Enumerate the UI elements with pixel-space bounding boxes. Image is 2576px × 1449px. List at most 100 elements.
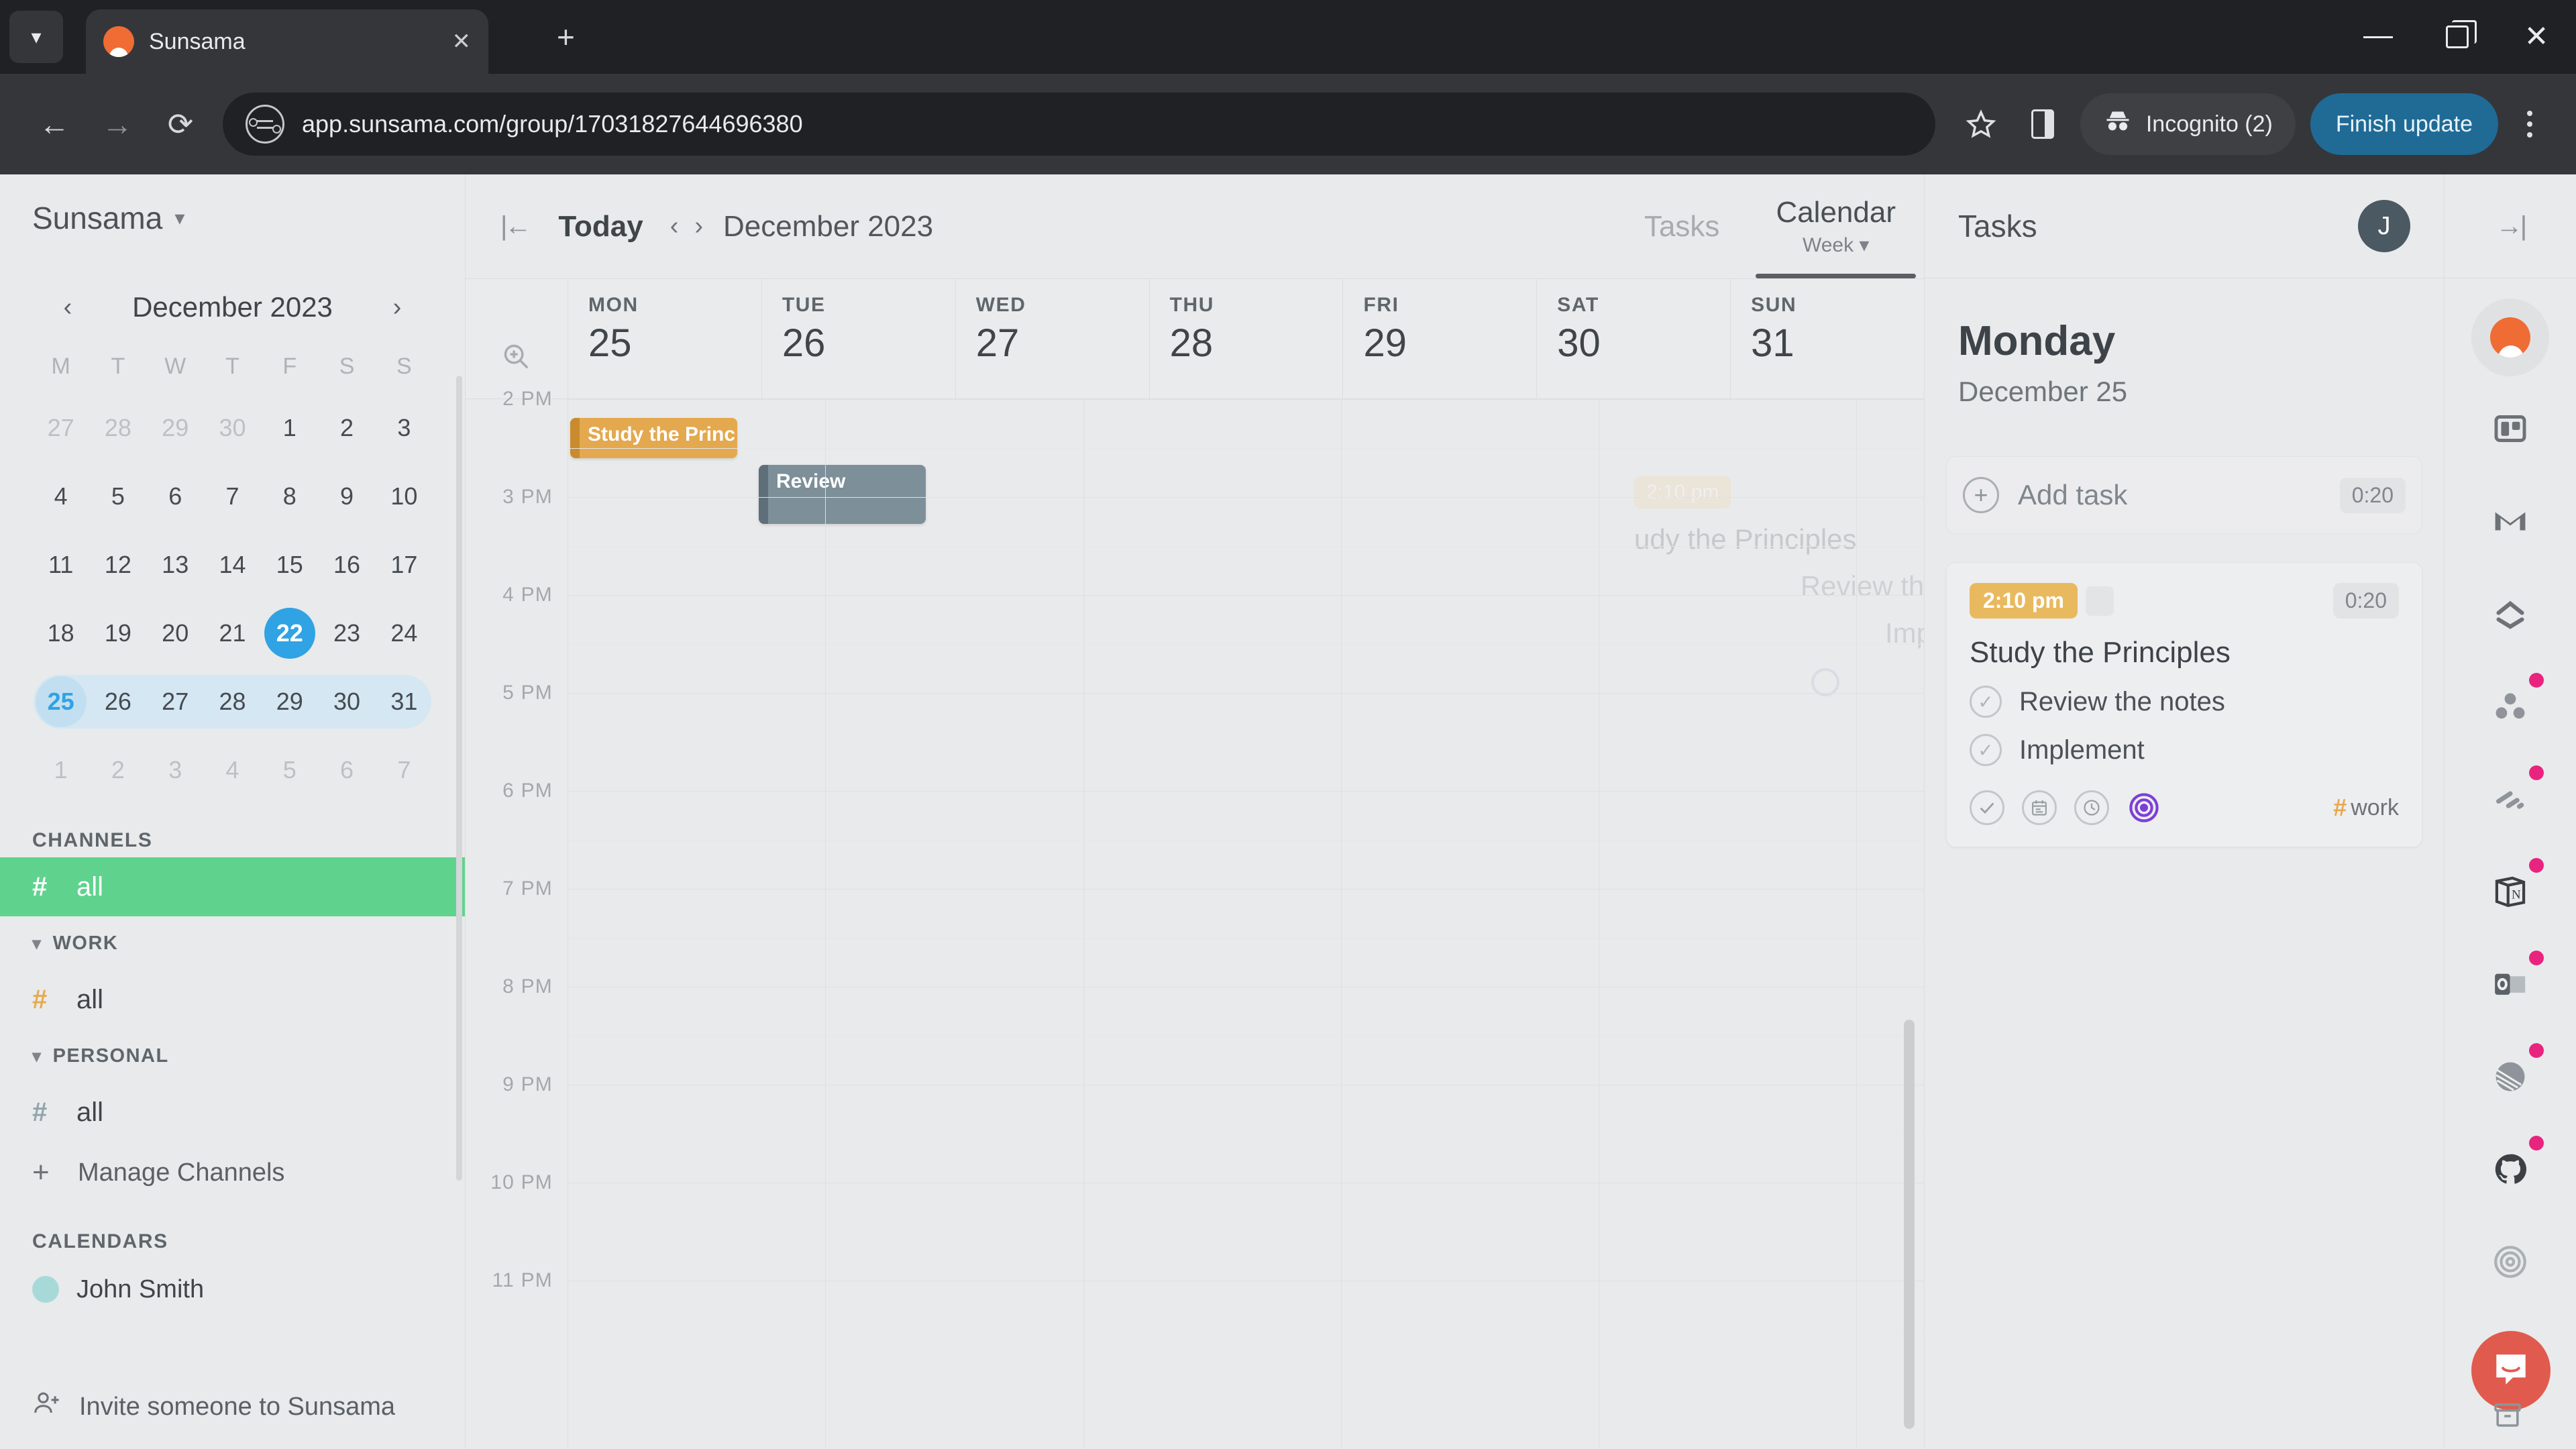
mini-calendar-day[interactable]: 1 (32, 738, 89, 802)
mini-calendar-day[interactable]: 7 (376, 738, 433, 802)
mini-calendar-day[interactable]: 22 (261, 601, 318, 665)
task-card[interactable]: 2:10 pm 0:20 Study the Principles ✓ Revi… (1946, 562, 2422, 847)
collapse-right-icon[interactable]: →| (2445, 174, 2576, 278)
mini-calendar-day[interactable]: 6 (147, 464, 204, 529)
collapse-left-icon[interactable]: |← (500, 211, 531, 241)
workspace-switcher[interactable]: Sunsama ▾ (32, 174, 433, 262)
mini-calendar-day[interactable]: 5 (89, 464, 146, 529)
mini-calendar-day[interactable]: 28 (204, 669, 261, 734)
archive-icon[interactable] (2491, 1399, 2524, 1434)
mini-calendar-day[interactable]: 19 (89, 601, 146, 665)
mini-calendar-day[interactable]: 6 (318, 738, 375, 802)
reload-icon[interactable]: ⟳ (149, 93, 212, 156)
tabstrip-chevron-button[interactable]: ▾ (9, 11, 63, 63)
rail-item-gmail[interactable] (2471, 484, 2549, 561)
today-button[interactable]: Today (558, 210, 643, 244)
mini-calendar-day[interactable]: 7 (204, 464, 261, 529)
rail-item-target[interactable] (2471, 1224, 2549, 1302)
mini-calendar-day[interactable]: 10 (376, 464, 433, 529)
sidebar-channel-work-all[interactable]: # all (0, 970, 465, 1029)
kebab-menu-icon[interactable] (2506, 111, 2553, 138)
maximize-icon[interactable] (2418, 0, 2497, 74)
calendar-day-header[interactable]: SUN 31 (1730, 279, 1924, 398)
sidebar-group-work[interactable]: ▾ WORK (32, 916, 433, 970)
subtask-row[interactable]: ✓ Review the notes (1970, 686, 2399, 718)
arrow-left-icon[interactable]: ← (23, 93, 86, 156)
plus-icon[interactable]: + (557, 21, 575, 52)
rail-item-todoist[interactable] (2471, 761, 2549, 839)
mini-calendar-day[interactable]: 12 (89, 533, 146, 597)
calendar-day-header[interactable]: FRI 29 (1342, 279, 1536, 398)
chevron-right-icon[interactable]: › (694, 212, 703, 241)
close-icon[interactable]: ✕ (452, 30, 472, 53)
mini-calendar-day[interactable]: 28 (89, 396, 146, 460)
calendar-day-header[interactable]: TUE 26 (761, 279, 955, 398)
arrow-right-icon[interactable]: → (86, 93, 149, 156)
rail-item-outlook[interactable] (2471, 947, 2549, 1024)
sidebar-calendar-john-smith[interactable]: John Smith (32, 1258, 433, 1320)
mini-calendar-day[interactable]: 16 (318, 533, 375, 597)
window-close-icon[interactable]: ✕ (2497, 0, 2576, 74)
mini-calendar-day[interactable]: 31 (376, 669, 433, 734)
calendar-icon[interactable] (2022, 790, 2057, 825)
rail-item-linear[interactable] (2471, 1039, 2549, 1117)
mini-calendar-day[interactable]: 3 (376, 396, 433, 460)
minimize-icon[interactable] (2339, 0, 2418, 74)
chevron-left-icon[interactable]: ‹ (670, 212, 679, 241)
rail-item-github[interactable] (2471, 1132, 2549, 1210)
check-circle-icon[interactable]: ✓ (1970, 686, 2002, 718)
subtask-row[interactable]: ✓ Implement (1970, 734, 2399, 766)
rail-item-clickup[interactable] (2471, 576, 2549, 654)
calendar-event-review[interactable]: Review (759, 465, 926, 524)
mini-calendar-day[interactable]: 4 (204, 738, 261, 802)
star-icon[interactable] (1950, 93, 2012, 155)
mini-calendar-day[interactable]: 20 (147, 601, 204, 665)
chevron-right-icon[interactable]: › (379, 293, 415, 322)
rail-item-trello[interactable] (2471, 391, 2549, 469)
mini-calendar-day[interactable]: 11 (32, 533, 89, 597)
rail-item-sunsama[interactable] (2471, 299, 2549, 376)
mini-calendar-day[interactable]: 29 (261, 669, 318, 734)
tab-subtitle[interactable]: Week ▾ (1803, 233, 1870, 257)
task-tag[interactable]: # work (2333, 794, 2399, 822)
calendar-event-study[interactable]: Study the Princ (570, 418, 737, 458)
mini-calendar-day[interactable]: 2 (318, 396, 375, 460)
rail-item-asana[interactable] (2471, 669, 2549, 747)
sidebar-channel-personal-all[interactable]: # all (0, 1083, 465, 1142)
mini-calendar-day[interactable]: 18 (32, 601, 89, 665)
mini-calendar-day[interactable]: 25 (32, 669, 89, 734)
mini-calendar-day[interactable]: 5 (261, 738, 318, 802)
mini-calendar-day[interactable]: 15 (261, 533, 318, 597)
side-panel-icon[interactable] (2012, 93, 2074, 155)
browser-tab-sunsama[interactable]: Sunsama ✕ (86, 9, 488, 74)
tab-tasks[interactable]: Tasks (1616, 174, 1748, 278)
calendar-day-header[interactable]: SAT 30 (1536, 279, 1730, 398)
mini-calendar-day[interactable]: 26 (89, 669, 146, 734)
task-duration[interactable]: 0:20 (2332, 583, 2399, 619)
finish-update-button[interactable]: Finish update (2310, 93, 2498, 155)
invite-button[interactable]: Invite someone to Sunsama (32, 1389, 395, 1425)
mini-calendar-day[interactable]: 2 (89, 738, 146, 802)
zoom-in-icon[interactable] (500, 341, 531, 375)
chevron-left-icon[interactable]: ‹ (50, 293, 86, 322)
sidebar-group-personal[interactable]: ▾ PERSONAL (32, 1029, 433, 1083)
calendar-day-header[interactable]: MON 25 (568, 279, 761, 398)
calendar-day-header[interactable]: WED 27 (955, 279, 1149, 398)
mini-calendar-day[interactable]: 4 (32, 464, 89, 529)
target-icon[interactable] (2127, 790, 2161, 825)
tab-calendar[interactable]: Calendar Week ▾ (1748, 174, 1924, 278)
calendar-scrollbar[interactable] (1904, 1020, 1915, 1429)
mini-calendar-day[interactable]: 1 (261, 396, 318, 460)
mini-calendar-day[interactable]: 13 (147, 533, 204, 597)
mini-calendar-day[interactable]: 27 (32, 396, 89, 460)
rail-item-notion[interactable]: N (2471, 854, 2549, 932)
mini-calendar-day[interactable]: 30 (204, 396, 261, 460)
mini-calendar-day[interactable]: 8 (261, 464, 318, 529)
incognito-indicator[interactable]: Incognito (2) (2080, 93, 2296, 155)
task-title[interactable]: Study the Principles (1970, 636, 2399, 669)
add-task-row[interactable]: + Add task 0:20 (1946, 456, 2422, 534)
mini-calendar-day[interactable]: 9 (318, 464, 375, 529)
check-circle-icon[interactable] (1970, 790, 2004, 825)
mini-calendar-day[interactable]: 29 (147, 396, 204, 460)
check-circle-icon[interactable]: ✓ (1970, 734, 2002, 766)
